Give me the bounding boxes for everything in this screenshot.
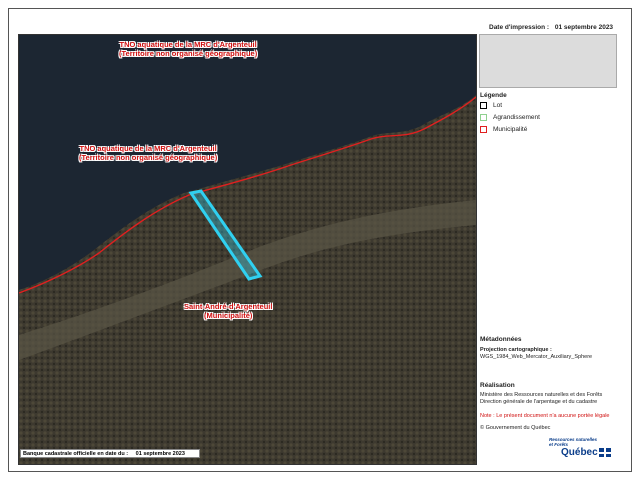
aerial-imagery (19, 35, 476, 464)
map-label-municipality: Saint-André-d'Argenteuil (Municipalité) (184, 302, 273, 320)
print-date-value: 01 septembre 2023 (554, 24, 614, 31)
legal-note: Note : Le présent document n'a aucune po… (480, 413, 610, 419)
municipalite-swatch-icon (480, 126, 487, 133)
projection-value: WGS_1984_Web_Mercator_Auxiliary_Sphere (480, 354, 593, 360)
direction-name: Direction générale de l'arpentage et du … (480, 399, 598, 405)
quebec-logo: Ressources naturelles et Forêts Québec (549, 437, 613, 459)
agrandissement-swatch-icon (480, 114, 487, 121)
legend-title: Légende (480, 92, 507, 99)
legend-item-agrandissement: Agrandissement (480, 113, 540, 122)
legend-item-municipalite: Municipalité (480, 125, 527, 134)
realisation-title: Réalisation (480, 382, 515, 389)
cadastre-date-bar: Banque cadastrale officielle en date du … (20, 449, 200, 458)
map-view[interactable]: TNO aquatique de la MRC d'Argenteuil (Te… (18, 34, 477, 465)
print-date-label: Date d'impression : (489, 24, 550, 31)
ministry-name: Ministère des Ressources naturelles et d… (480, 392, 603, 398)
legend-label-lot: Lot (493, 102, 503, 109)
logo-quebec-text: Québec (561, 447, 598, 458)
map-label-tno-top: TNO aquatique de la MRC d'Argenteuil (Te… (119, 40, 258, 58)
copyright: © Gouvernement du Québec (480, 425, 551, 431)
overview-placeholder (479, 34, 617, 88)
cadastre-date-label: Banque cadastrale officielle en date du … (23, 451, 129, 457)
legend-label-agrandissement: Agrandissement (493, 114, 540, 121)
logo-ministry-text: Ressources naturelles et Forêts (549, 437, 598, 447)
projection-label: Projection cartographique : (480, 347, 552, 353)
metadata-title: Métadonnées (480, 336, 522, 343)
quebec-flag-icon (599, 448, 611, 457)
print-date: Date d'impression : 01 septembre 2023 (489, 24, 617, 31)
cadastre-date-value: 01 septembre 2023 (135, 451, 185, 457)
map-label-tno-middle: TNO aquatique de la MRC d'Argenteuil (Te… (79, 144, 218, 162)
legend-item-lot: Lot (480, 101, 502, 110)
side-panel: Date d'impression : 01 septembre 2023 Lé… (479, 20, 623, 465)
legend-label-municipalite: Municipalité (493, 126, 528, 133)
lot-swatch-icon (480, 102, 487, 109)
